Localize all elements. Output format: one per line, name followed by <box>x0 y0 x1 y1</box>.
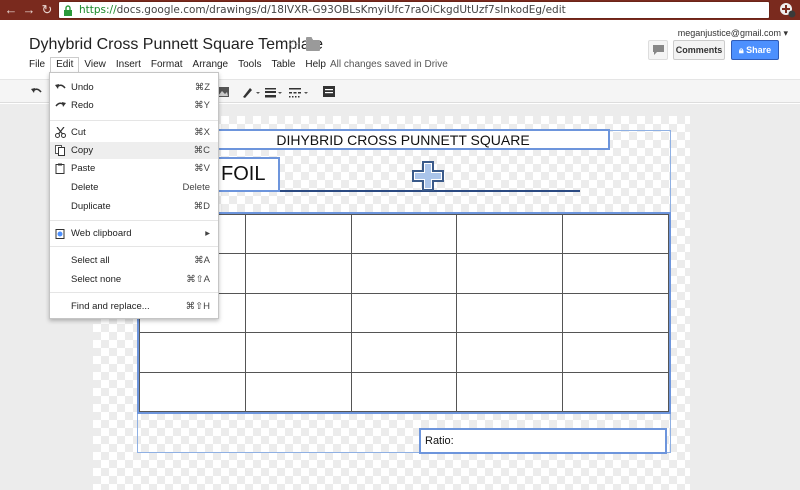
reload-icon[interactable]: ↻ <box>40 3 54 17</box>
grid-cell[interactable] <box>350 213 458 255</box>
grid-cell[interactable] <box>562 332 669 373</box>
table-row <box>139 371 669 413</box>
grid-cell[interactable] <box>350 292 458 334</box>
plus-sign-icon[interactable] <box>412 161 444 191</box>
menu-help[interactable]: Help <box>300 58 331 72</box>
undo-icon <box>55 84 66 89</box>
save-status: All changes saved in Drive <box>330 59 448 70</box>
menu-view[interactable]: View <box>79 58 111 72</box>
menu-item-find-replace[interactable]: Find and replace... ⌘⇧H <box>50 298 218 315</box>
grid-cell[interactable] <box>456 371 564 413</box>
grid-cell[interactable] <box>562 371 669 413</box>
copy-icon <box>55 145 65 156</box>
redo-icon <box>55 102 66 107</box>
grid-cell[interactable] <box>244 213 352 255</box>
grid-cell[interactable] <box>244 292 352 334</box>
line-dash-icon[interactable] <box>288 85 310 99</box>
menu-table[interactable]: Table <box>266 58 300 72</box>
menu-item-select-all[interactable]: Select all ⌘A <box>50 252 218 269</box>
url-text: https://docs.google.com/drawings/d/18lVX… <box>79 4 566 16</box>
menu-item-delete[interactable]: Delete Delete <box>50 179 218 196</box>
grid-cell[interactable] <box>244 253 352 294</box>
share-lock-icon: 🔒︎ <box>738 45 744 55</box>
lock-icon <box>64 5 72 16</box>
grid-cell[interactable] <box>562 213 669 255</box>
menu-separator <box>50 292 218 293</box>
scissors-icon <box>55 127 66 138</box>
comment-icon[interactable] <box>322 85 336 99</box>
undo-toolbar-icon[interactable] <box>30 85 44 99</box>
grid-cell[interactable] <box>350 332 458 373</box>
menu-file[interactable]: File <box>24 58 50 72</box>
chat-button[interactable] <box>648 40 668 60</box>
user-email[interactable]: meganjustice@gmail.com ▾ <box>678 28 788 39</box>
grid-cell[interactable] <box>139 332 246 373</box>
comments-button[interactable]: Comments <box>673 40 725 60</box>
menu-format[interactable]: Format <box>146 58 188 72</box>
menu-item-redo[interactable]: Redo ⌘Y <box>50 97 218 114</box>
edit-menu-dropdown: Undo ⌘Z Redo ⌘Y Cut ⌘X Copy ⌘C Paste ⌘V … <box>49 72 219 319</box>
address-bar[interactable]: https://docs.google.com/drawings/d/18lVX… <box>58 1 770 19</box>
back-icon[interactable]: ← <box>4 3 18 17</box>
grid-cell[interactable] <box>562 292 669 334</box>
chat-icon <box>653 45 664 55</box>
grid-cell[interactable] <box>456 213 564 255</box>
menu-edit[interactable]: Edit <box>50 57 80 72</box>
menu-item-cut[interactable]: Cut ⌘X <box>50 124 218 141</box>
line-weight-icon[interactable] <box>264 85 284 99</box>
menu-bar: File Edit View Insert Format Arrange Too… <box>24 57 331 72</box>
menu-item-select-none[interactable]: Select none ⌘⇧A <box>50 271 218 288</box>
grid-cell[interactable] <box>244 332 352 373</box>
web-clipboard-icon <box>55 229 65 239</box>
menu-separator <box>50 220 218 221</box>
menu-separator <box>50 246 218 247</box>
menu-item-copy[interactable]: Copy ⌘C <box>50 142 218 159</box>
grid-cell[interactable] <box>350 253 458 294</box>
punnett-heading[interactable]: DIHYBRID CROSS PUNNETT SQUARE <box>196 129 610 150</box>
share-button[interactable]: 🔒︎ Share <box>731 40 779 60</box>
paste-icon <box>55 163 65 174</box>
table-row <box>139 332 669 373</box>
menu-tools[interactable]: Tools <box>233 58 266 72</box>
grid-cell[interactable] <box>456 332 564 373</box>
grid-cell[interactable] <box>139 371 246 413</box>
menu-insert[interactable]: Insert <box>111 58 146 72</box>
document-title[interactable]: Dyhybrid Cross Punnett Square Template <box>29 36 323 54</box>
extension-icon[interactable] <box>778 2 796 18</box>
menu-item-paste[interactable]: Paste ⌘V <box>50 160 218 177</box>
menu-arrange[interactable]: Arrange <box>188 58 234 72</box>
browser-toolbar: ← → ↻ https://docs.google.com/drawings/d… <box>0 0 800 20</box>
menu-item-duplicate[interactable]: Duplicate ⌘D <box>50 198 218 215</box>
grid-cell[interactable] <box>456 253 564 294</box>
grid-cell[interactable] <box>456 292 564 334</box>
menu-item-web-clipboard[interactable]: Web clipboard ▸ <box>50 225 218 242</box>
folder-icon[interactable] <box>306 37 320 51</box>
forward-icon[interactable]: → <box>22 3 36 17</box>
menu-item-undo[interactable]: Undo ⌘Z <box>50 79 218 96</box>
grid-cell[interactable] <box>350 371 458 413</box>
ratio-field[interactable]: Ratio: <box>419 428 667 454</box>
star-icon[interactable]: ☆ <box>287 36 300 54</box>
foil-label[interactable]: FOIL <box>214 157 280 192</box>
menu-separator <box>50 120 218 121</box>
grid-cell[interactable] <box>562 253 669 294</box>
grid-cell[interactable] <box>244 371 352 413</box>
line-color-icon[interactable] <box>241 85 261 99</box>
